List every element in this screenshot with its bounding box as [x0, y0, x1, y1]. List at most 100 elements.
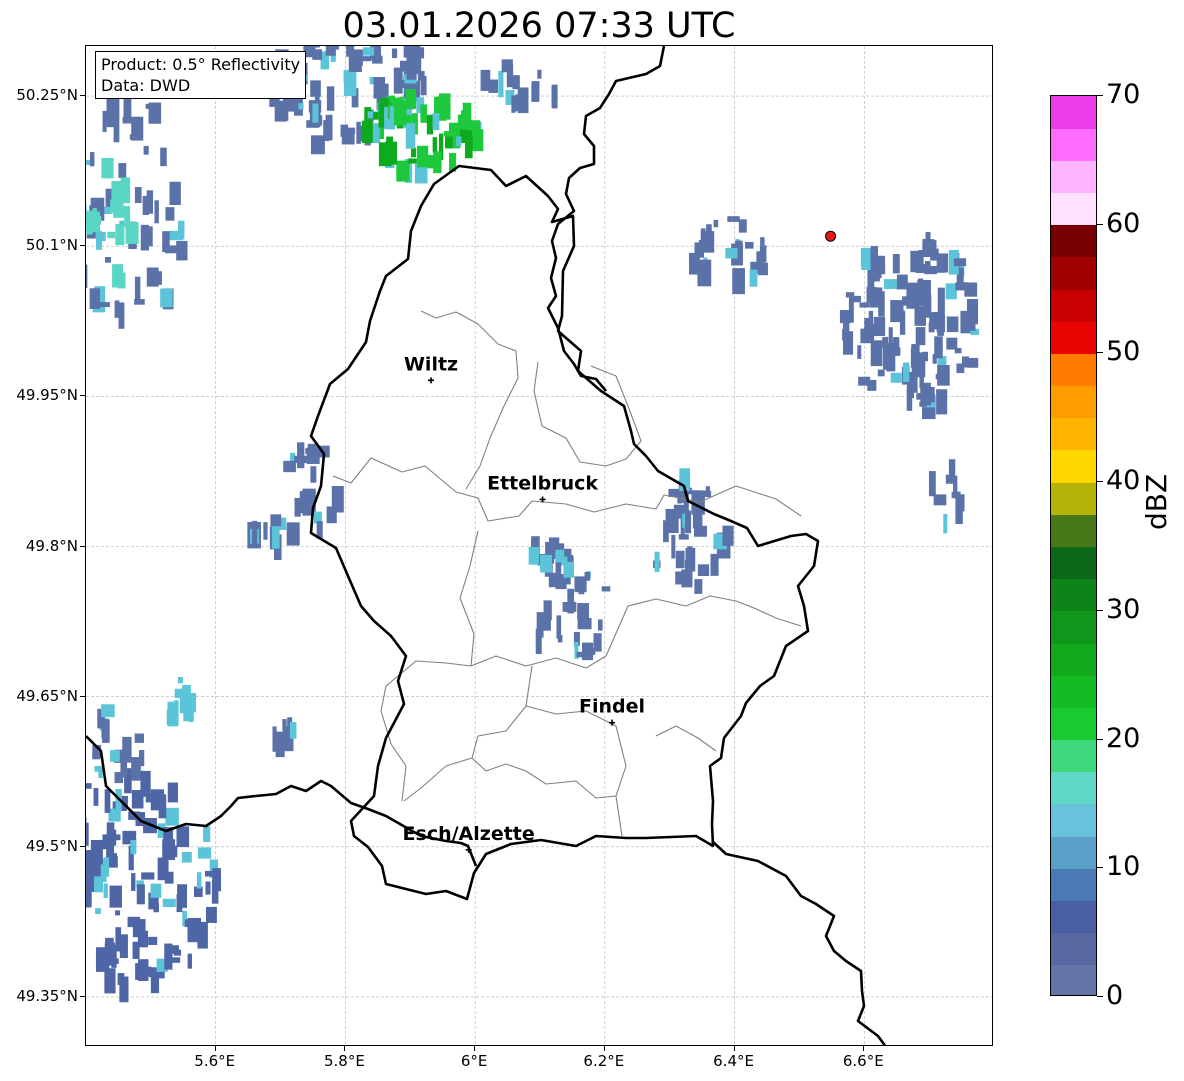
echo-cell — [165, 844, 173, 850]
canton-border — [471, 757, 617, 799]
longitude-tick-label: 5.8°E — [324, 1052, 365, 1070]
echo-cell — [297, 442, 305, 469]
echo-cell — [346, 127, 356, 135]
national-borders — [86, 46, 887, 1045]
colorbar-segment — [1051, 321, 1096, 354]
echo-cell — [445, 136, 453, 149]
radar-map[interactable]: Wiltz Ettelbruck Findel Esch/Alzette — [85, 45, 993, 1046]
echo-cell — [930, 248, 939, 261]
echo-cell — [87, 862, 101, 877]
echo-cell — [954, 348, 962, 354]
colorbar-tick-mark — [1097, 996, 1103, 997]
echo-cell — [361, 120, 373, 144]
echo-cell — [86, 822, 89, 846]
echo-cell — [289, 721, 297, 739]
echo-cell — [946, 337, 958, 350]
echo-cell — [394, 79, 405, 89]
echo-cell — [176, 826, 190, 848]
colorbar-segment — [1051, 417, 1096, 451]
canton-border — [403, 665, 533, 802]
echo-cell — [181, 851, 192, 863]
echo-cell — [540, 554, 552, 573]
latitude-tick-mark — [80, 395, 85, 397]
echo-cell — [396, 160, 410, 182]
echo-cell — [555, 562, 562, 577]
echo-cell — [310, 135, 325, 155]
echo-cell — [858, 376, 871, 386]
echo-cell — [104, 257, 111, 263]
germany-border-north — [546, 46, 666, 392]
echo-cell — [211, 880, 219, 904]
echo-cell — [101, 704, 115, 718]
colorbar-segment — [1051, 900, 1096, 934]
echo-cell — [378, 102, 385, 128]
echo-cell — [148, 936, 158, 945]
echo-cell — [119, 976, 129, 1003]
echo-cell — [943, 513, 948, 534]
radar-site-marker[interactable] — [825, 230, 837, 242]
echo-cell — [967, 357, 979, 368]
echo-cell — [102, 110, 107, 133]
echo-cell — [857, 345, 862, 359]
colorbar-segment — [1051, 224, 1096, 258]
echo-cell — [346, 46, 355, 57]
echo-cell — [537, 69, 542, 79]
colorbar-tick-mark — [1097, 95, 1103, 96]
colorbar-segment — [1051, 643, 1096, 676]
echo-cell — [148, 102, 162, 124]
echo-cell — [883, 279, 898, 290]
colorbar-segment — [1051, 868, 1096, 901]
echo-cell — [103, 857, 110, 877]
colorbar-segment — [1051, 546, 1096, 580]
echo-cell — [934, 336, 943, 359]
echo-cell — [456, 136, 462, 147]
echo-cell — [122, 117, 133, 124]
colorbar-segment — [1051, 932, 1096, 966]
echo-cell — [405, 88, 417, 109]
city-marker[interactable]: Wiltz — [404, 353, 458, 384]
echo-cell — [187, 953, 192, 969]
echo-cell — [921, 280, 930, 301]
echo-cell — [953, 258, 967, 267]
city-marker[interactable]: Esch/Alzette — [403, 823, 535, 853]
echo-cell — [113, 205, 125, 218]
echo-cell — [577, 617, 592, 630]
echo-cell — [506, 63, 514, 88]
longitude-tick-mark — [733, 1046, 735, 1051]
echo-cell — [298, 103, 304, 110]
longitude-tick-label: 6.6°E — [842, 1052, 884, 1070]
data-source-label: Data: DWD — [101, 76, 191, 95]
echo-cell — [551, 84, 558, 109]
city-markers: Wiltz Ettelbruck Findel Esch/Alzette — [403, 353, 645, 853]
echo-cell — [877, 369, 885, 377]
echo-cell — [310, 466, 317, 483]
echo-cell — [310, 80, 321, 97]
echo-cell — [498, 70, 504, 98]
colorbar-segment — [1051, 771, 1096, 805]
colorbar-tick-label: 70 — [1106, 79, 1141, 110]
echo-cell — [870, 340, 883, 367]
echo-cell — [420, 104, 427, 123]
echo-cell — [94, 216, 102, 222]
echo-cell — [911, 352, 926, 378]
echo-cell — [745, 242, 754, 249]
echo-cell — [150, 973, 160, 994]
colorbar-label: dBZ — [1140, 473, 1173, 530]
echo-cell — [356, 121, 361, 144]
latitude-tick-mark — [80, 995, 85, 997]
echo-cell — [98, 766, 103, 779]
product-info-box: Product: 0.5° Reflectivity Data: DWD — [95, 51, 307, 99]
city-marker[interactable]: Findel — [579, 696, 645, 726]
colorbar-segment — [1051, 449, 1096, 483]
echo-cell — [969, 304, 976, 331]
echo-cell — [839, 309, 851, 324]
echo-cell — [671, 534, 676, 559]
echo-cell — [92, 752, 101, 760]
city-marker[interactable]: Ettelbruck — [487, 472, 598, 503]
echo-cell — [393, 100, 407, 126]
echo-cell — [914, 306, 926, 326]
echo-cell — [906, 282, 920, 309]
echo-cell — [131, 873, 136, 891]
colorbar-segment — [1051, 96, 1096, 129]
echo-cell — [137, 930, 149, 948]
